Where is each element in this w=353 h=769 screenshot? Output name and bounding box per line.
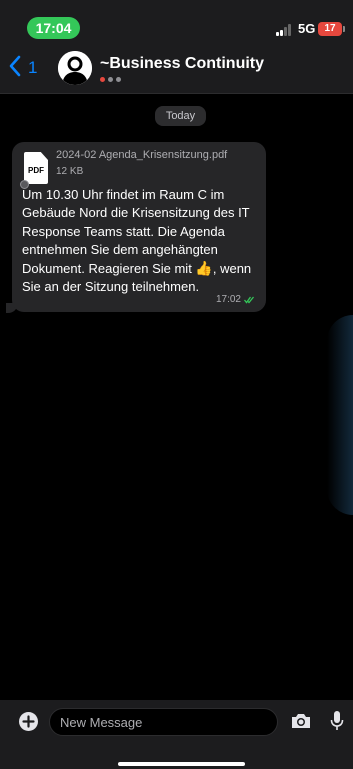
status-time: 17:04 (27, 17, 80, 39)
read-check-icon (244, 296, 254, 304)
attachment-size: 12 KB (56, 166, 84, 177)
microphone-icon (330, 711, 344, 730)
attach-button[interactable] (19, 712, 38, 731)
unread-count: 1 (28, 58, 38, 77)
camera-button[interactable] (290, 712, 312, 730)
message-meta: 17:02 (216, 294, 254, 305)
plus-icon (22, 715, 35, 728)
message-input[interactable] (49, 708, 278, 736)
message-list[interactable]: Today PDF 2024-02 Agenda_Krisensitzung.p… (0, 95, 353, 699)
attachment-name[interactable]: 2024-02 Agenda_Krisensitzung.pdf (56, 149, 227, 161)
back-button[interactable]: 1 (8, 55, 38, 82)
date-separator: Today (155, 106, 206, 126)
thumbs-up-emoji: 👍 (195, 260, 213, 277)
signal-icon (276, 24, 294, 36)
battery-icon: 17 (318, 22, 345, 36)
message-bubble[interactable]: PDF 2024-02 Agenda_Krisensitzung.pdf 12 … (12, 142, 266, 312)
status-bar: 17:04 5G 17 (0, 0, 353, 44)
microphone-button[interactable] (330, 710, 344, 732)
message-text: Um 10.30 Uhr findet im Raum C im Gebäude… (22, 186, 262, 297)
group-avatar[interactable] (58, 51, 92, 85)
composer-bar (0, 700, 353, 769)
network-label: 5G (298, 21, 316, 36)
home-indicator[interactable] (118, 762, 245, 766)
pdf-file-icon[interactable]: PDF (24, 152, 48, 184)
person-icon (58, 51, 92, 85)
typing-indicator (100, 77, 121, 82)
edge-glow (327, 315, 353, 515)
file-type-label: PDF (28, 166, 44, 175)
chat-title[interactable]: ~Business Continuity (100, 55, 264, 73)
chevron-left-icon (8, 55, 22, 82)
camera-icon (292, 714, 310, 728)
message-time: 17:02 (215, 294, 241, 305)
chat-header: 1 ~Business Continuity (0, 44, 353, 94)
